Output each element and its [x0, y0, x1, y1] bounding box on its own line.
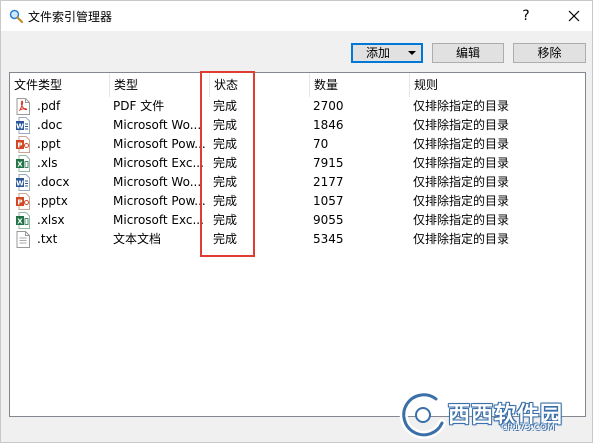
cell-file-type: .pptx: [37, 194, 68, 208]
window-title: 文件索引管理器: [28, 10, 113, 24]
cell-file-type: .xlsx: [37, 213, 65, 227]
table-row[interactable]: W .docx Microsoft Wo... 完成 2177 仅排除指定的目录: [10, 173, 585, 192]
table-row[interactable]: P .pptx Microsoft Pow... 完成 1057 仅排除指定的目录: [10, 192, 585, 211]
column-header-status[interactable]: 状态: [210, 73, 310, 97]
file-index-manager-window: 文件索引管理器 ? 添加 编辑 移除 文件类型 类型 状态 数量 规则 .pdf…: [0, 0, 593, 443]
powerpoint-file-icon: P: [16, 136, 30, 153]
add-button-label: 添加: [366, 46, 391, 60]
cell-type: Microsoft Pow...: [113, 137, 205, 151]
cell-rule: 仅排除指定的目录: [413, 156, 510, 170]
cell-rule: 仅排除指定的目录: [413, 232, 510, 246]
cell-status: 完成: [213, 156, 238, 170]
cell-file-type: .doc: [37, 118, 63, 132]
column-header-file-type[interactable]: 文件类型: [10, 73, 110, 97]
cell-type: Microsoft Pow...: [113, 194, 205, 208]
cell-status: 完成: [213, 194, 238, 208]
file-type-list[interactable]: 文件类型 类型 状态 数量 规则 .pdf PDF 文件 完成 2700 仅排除指定的目…: [9, 72, 586, 417]
close-icon[interactable]: [558, 3, 590, 29]
cell-status: 完成: [213, 175, 238, 189]
title-bar: 文件索引管理器 ?: [1, 1, 592, 31]
add-button[interactable]: 添加: [351, 43, 423, 63]
cell-type: Microsoft Wo...: [113, 175, 202, 189]
svg-text:X: X: [17, 218, 23, 226]
cell-count: 2177: [313, 175, 344, 189]
cell-count: 70: [313, 137, 329, 151]
chevron-down-icon[interactable]: [408, 51, 416, 55]
cell-type: PDF 文件: [113, 99, 165, 113]
cell-rule: 仅排除指定的目录: [413, 213, 510, 227]
cell-file-type: .pdf: [37, 99, 61, 113]
column-header-rule[interactable]: 规则: [410, 73, 585, 97]
table-row[interactable]: W .doc Microsoft Wo... 完成 1846 仅排除指定的目录: [10, 116, 585, 135]
table-row[interactable]: X .xls Microsoft Exc... 完成 7915 仅排除指定的目录: [10, 154, 585, 173]
cell-count: 5345: [313, 232, 344, 246]
svg-text:P: P: [17, 199, 22, 207]
help-button[interactable]: ?: [513, 4, 539, 28]
powerpoint-file-icon: P: [16, 193, 30, 210]
column-header-count[interactable]: 数量: [310, 73, 410, 97]
cell-file-type: .ppt: [37, 137, 61, 151]
cell-type: Microsoft Exc...: [113, 156, 204, 170]
cell-rule: 仅排除指定的目录: [413, 194, 510, 208]
table-row[interactable]: .txt 文本文档 完成 5345 仅排除指定的目录: [10, 230, 585, 249]
cell-rule: 仅排除指定的目录: [413, 118, 510, 132]
svg-text:X: X: [17, 161, 23, 169]
excel-file-icon: X: [16, 212, 30, 229]
svg-text:W: W: [16, 180, 24, 188]
cell-count: 1846: [313, 118, 344, 132]
cell-rule: 仅排除指定的目录: [413, 99, 510, 113]
table-row[interactable]: .pdf PDF 文件 完成 2700 仅排除指定的目录: [10, 97, 585, 116]
word-file-icon: W: [16, 117, 30, 134]
list-header: 文件类型 类型 状态 数量 规则: [10, 73, 585, 97]
text-file-icon: [16, 231, 30, 248]
cell-rule: 仅排除指定的目录: [413, 175, 510, 189]
cell-count: 1057: [313, 194, 344, 208]
remove-button[interactable]: 移除: [513, 43, 586, 63]
svg-text:W: W: [16, 123, 24, 131]
cell-status: 完成: [213, 137, 238, 151]
edit-button[interactable]: 编辑: [432, 43, 504, 63]
cell-type: Microsoft Exc...: [113, 213, 204, 227]
cell-status: 完成: [213, 99, 238, 113]
cell-type: 文本文档: [113, 232, 162, 246]
watermark-logo-icon: [399, 390, 446, 439]
watermark-url: CR173.COM: [501, 423, 555, 433]
cell-type: Microsoft Wo...: [113, 118, 202, 132]
excel-file-icon: X: [16, 155, 30, 172]
search-icon: [9, 9, 23, 23]
cell-rule: 仅排除指定的目录: [413, 137, 510, 151]
cell-file-type: .xls: [37, 156, 58, 170]
table-row[interactable]: X .xlsx Microsoft Exc... 完成 9055 仅排除指定的目录: [10, 211, 585, 230]
cell-status: 完成: [213, 232, 238, 246]
word-file-icon: W: [16, 174, 30, 191]
cell-count: 9055: [313, 213, 344, 227]
cell-status: 完成: [213, 118, 238, 132]
cell-file-type: .txt: [37, 232, 58, 246]
column-header-type[interactable]: 类型: [110, 73, 210, 97]
pdf-file-icon: [16, 98, 30, 115]
svg-text:P: P: [17, 142, 22, 150]
table-row[interactable]: P .ppt Microsoft Pow... 完成 70 仅排除指定的目录: [10, 135, 585, 154]
cell-count: 7915: [313, 156, 344, 170]
cell-file-type: .docx: [37, 175, 70, 189]
cell-count: 2700: [313, 99, 344, 113]
watermark: 西西软件园 CR173.COM: [396, 389, 586, 439]
cell-status: 完成: [213, 213, 238, 227]
